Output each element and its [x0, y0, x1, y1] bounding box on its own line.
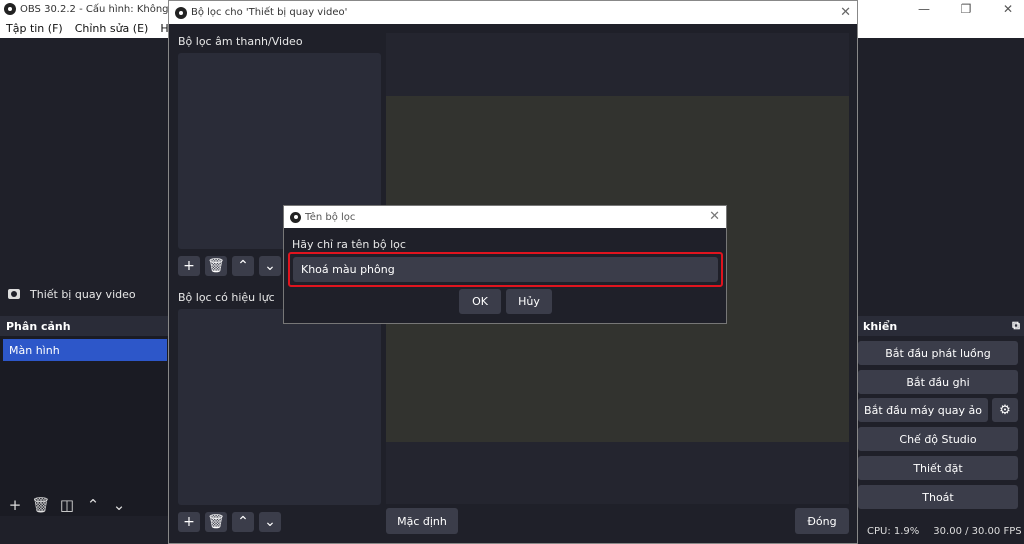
controls-header: khiển ⧉: [857, 316, 1024, 336]
trash-icon[interactable]: 🗑: [30, 495, 52, 515]
move-down-icon[interactable]: ⌄: [108, 495, 130, 515]
add-icon[interactable]: +: [4, 495, 26, 515]
close-icon[interactable]: ✕: [840, 5, 851, 20]
filter-name-input[interactable]: [293, 257, 718, 282]
studio-mode-button[interactable]: Chế độ Studio: [858, 427, 1018, 451]
scene-toolbar: + 🗑 ◫ ⌃ ⌄: [0, 493, 170, 517]
scene-item-selected[interactable]: Màn hình: [3, 339, 167, 361]
audio-video-filters-label: Bộ lọc âm thanh/Video: [178, 35, 303, 48]
filter-preview-bottom: [386, 442, 849, 504]
filter-preview-top: [386, 33, 849, 96]
menu-file[interactable]: Tập tin (F): [0, 22, 69, 35]
source-name: Thiết bị quay video: [30, 287, 136, 301]
trash-icon[interactable]: 🗑: [205, 512, 227, 532]
move-down-icon[interactable]: ⌄: [259, 512, 281, 532]
effect-filters-list[interactable]: [178, 309, 381, 505]
close-icon[interactable]: ✕: [709, 209, 720, 224]
scenes-list[interactable]: [0, 336, 170, 516]
maximize-icon[interactable]: ❐: [946, 0, 986, 18]
scene-item-label: Màn hình: [9, 343, 60, 357]
dialog-title: Tên bộ lọc: [305, 211, 356, 223]
close-icon[interactable]: ✕: [988, 0, 1024, 18]
move-up-icon[interactable]: ⌃: [232, 512, 254, 532]
filter-name-prompt: Hãy chỉ ra tên bộ lọc: [292, 238, 406, 251]
exit-button[interactable]: Thoát: [858, 485, 1018, 509]
obs-logo-icon: [290, 211, 301, 223]
gear-icon[interactable]: ⚙: [992, 398, 1018, 422]
main-preview-left: [0, 38, 170, 274]
filters-window-title: Bộ lọc cho 'Thiết bị quay video': [191, 7, 348, 18]
move-up-icon[interactable]: ⌃: [232, 256, 254, 276]
move-down-icon[interactable]: ⌄: [259, 256, 281, 276]
scenes-header: Phân cảnh: [0, 316, 170, 336]
start-recording-button[interactable]: Bắt đầu ghi: [858, 370, 1018, 394]
cpu-status: CPU: 1.9%: [867, 525, 920, 537]
audio-video-filter-toolbar: + 🗑 ⌃ ⌄: [178, 256, 281, 276]
minimize-icon[interactable]: —: [904, 0, 944, 18]
fps-status: 30.00 / 30.00 FPS: [933, 525, 1022, 537]
defaults-button[interactable]: Mặc định: [386, 508, 458, 534]
effect-filter-toolbar: + 🗑 ⌃ ⌄: [178, 512, 281, 532]
settings-button[interactable]: Thiết đặt: [858, 456, 1018, 480]
obs-logo-icon: [175, 6, 187, 19]
source-toolbar: Thiết bị quay video: [0, 276, 170, 312]
effect-filters-label: Bộ lọc có hiệu lực: [178, 291, 275, 304]
scenes-header-label: Phân cảnh: [6, 319, 71, 333]
obs-logo-icon: [4, 3, 16, 15]
close-button[interactable]: Đóng: [795, 508, 849, 534]
camera-icon: [8, 289, 20, 299]
move-up-icon[interactable]: ⌃: [82, 495, 104, 515]
main-preview-right: [857, 38, 1024, 274]
filter-icon[interactable]: ◫: [56, 495, 78, 515]
add-icon[interactable]: +: [178, 512, 200, 532]
controls-header-label: khiển: [863, 319, 898, 333]
filters-title-bar: Bộ lọc cho 'Thiết bị quay video' ✕: [168, 0, 858, 24]
ok-button[interactable]: OK: [459, 289, 501, 314]
add-icon[interactable]: +: [178, 256, 200, 276]
dialog-title-bar: Tên bộ lọc ✕: [284, 206, 726, 228]
undock-icon[interactable]: ⧉: [1012, 319, 1020, 333]
status-bar: CPU: 1.9% 30.00 / 30.00 FPS: [857, 518, 1024, 544]
start-streaming-button[interactable]: Bắt đầu phát luồng: [858, 341, 1018, 365]
cancel-button[interactable]: Hủy: [506, 289, 552, 314]
menu-edit[interactable]: Chỉnh sửa (E): [69, 22, 155, 35]
trash-icon[interactable]: 🗑: [205, 256, 227, 276]
start-virtual-camera-button[interactable]: Bắt đầu máy quay ảo: [858, 398, 988, 422]
